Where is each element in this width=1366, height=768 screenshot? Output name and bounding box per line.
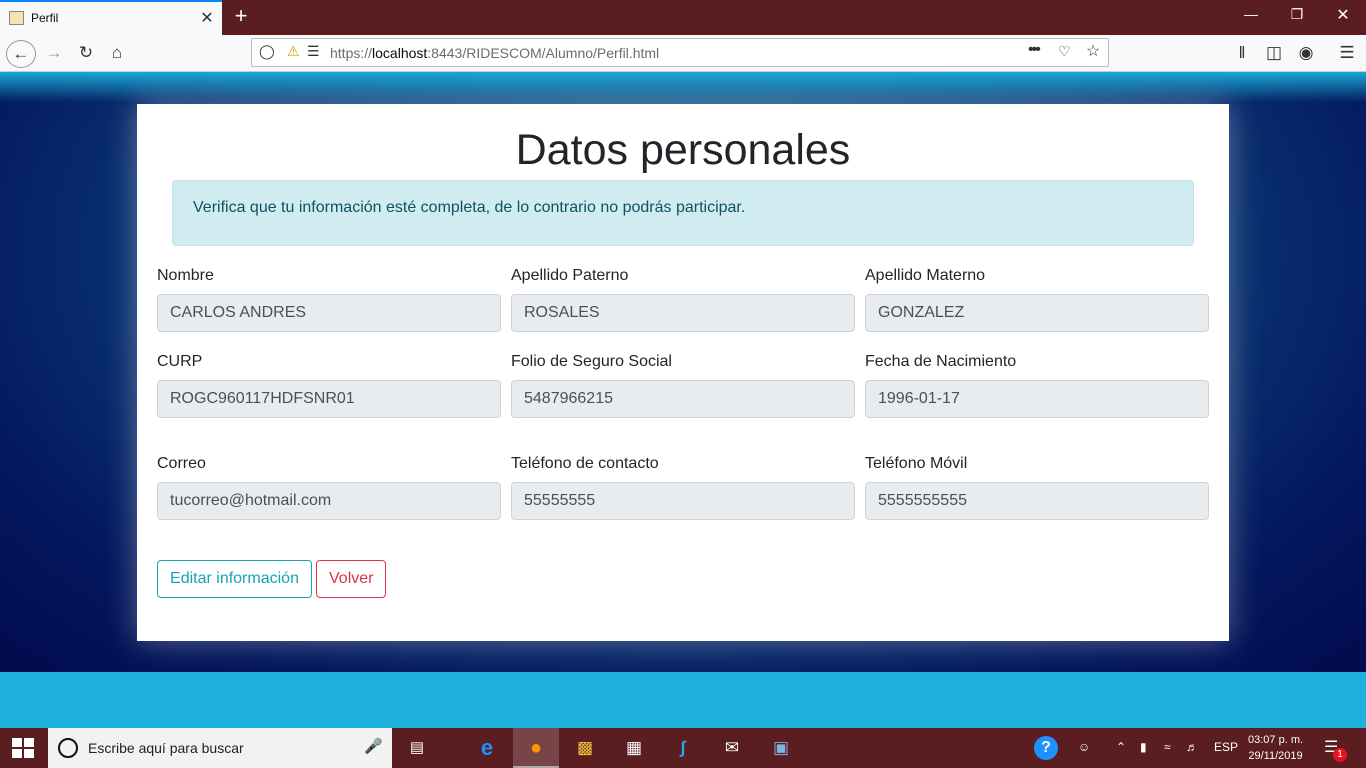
field-label-apellido-materno: Apellido Materno — [865, 267, 986, 284]
folio-seguro-field[interactable]: 5487966215 — [511, 380, 855, 418]
telefono-contacto-field[interactable]: 55555555 — [511, 482, 855, 520]
field-label-apellido-paterno: Apellido Paterno — [511, 267, 629, 284]
clock-time: 03:07 p. m. — [1248, 734, 1304, 746]
back-button[interactable]: Volver — [316, 560, 386, 598]
help-icon[interactable]: ? — [1034, 736, 1058, 760]
store-icon[interactable]: ▦ — [621, 736, 647, 760]
tray-expand-icon[interactable]: ⌃ — [1116, 740, 1126, 754]
nombre-field[interactable]: CARLOS ANDRES — [157, 294, 501, 332]
apellido-paterno-field[interactable]: ROSALES — [511, 294, 855, 332]
notification-count-badge: 1 — [1333, 748, 1347, 762]
telefono-movil-field[interactable]: 5555555555 — [865, 482, 1209, 520]
correo-field[interactable]: tucorreo@hotmail.com — [157, 482, 501, 520]
apellido-materno-field[interactable]: GONZALEZ — [865, 294, 1209, 332]
volume-icon[interactable]: ♬ — [1186, 740, 1198, 754]
info-alert: Verifica que tu información esté complet… — [172, 180, 1194, 246]
clock-date: 29/11/2019 — [1248, 750, 1303, 762]
restore-icon[interactable]: ❐ — [1282, 6, 1312, 23]
library-icon[interactable]: ‖ — [1230, 42, 1254, 64]
field-label-telefono-contacto: Teléfono de contacto — [511, 455, 659, 472]
windows-taskbar: Escribe aquí para buscar 🎤 ▤ e ● ▩ ▦ ∫ ✉… — [0, 728, 1366, 768]
people-icon[interactable]: ☺ — [1078, 740, 1090, 754]
microphone-icon[interactable]: 🎤 — [364, 737, 383, 755]
new-tab-button[interactable]: + — [230, 3, 252, 29]
field-label-fecha-nacimiento: Fecha de Nacimiento — [865, 353, 1017, 370]
task-view-icon[interactable]: ▤ — [404, 736, 430, 760]
fecha-nacimiento-field[interactable]: 1996-01-17 — [865, 380, 1209, 418]
field-label-telefono-movil: Teléfono Móvil — [865, 455, 968, 472]
permissions-icon[interactable]: ☰ — [307, 43, 320, 60]
page-actions-icon[interactable]: ••• — [1028, 41, 1041, 59]
taskbar-search-input[interactable]: Escribe aquí para buscar — [88, 740, 244, 756]
cortana-icon[interactable] — [58, 738, 78, 758]
mysql-workbench-icon[interactable]: ▣ — [768, 736, 794, 760]
url-protocol: https:// — [330, 45, 373, 61]
field-label-nombre: Nombre — [157, 267, 214, 284]
browser-tab-perfil[interactable]: Perfil ✕ — [0, 0, 222, 35]
window-close-icon[interactable]: ✕ — [1328, 5, 1358, 25]
reload-icon[interactable]: ↻ — [74, 42, 98, 64]
url-path: :8443/RIDESCOM/Alumno/Perfil.html — [427, 45, 660, 61]
mail-icon[interactable]: ✉ — [719, 736, 745, 760]
sidebar-icon[interactable]: ◫ — [1262, 42, 1286, 64]
account-icon[interactable]: ◉ — [1294, 42, 1318, 64]
firefox-icon[interactable]: ● — [513, 728, 559, 768]
home-icon[interactable]: ⌂ — [105, 42, 129, 64]
pocket-icon[interactable]: ♡ — [1058, 43, 1071, 60]
tab-title: Perfil — [31, 11, 59, 25]
windows-start-icon[interactable] — [12, 738, 34, 758]
vscode-icon[interactable]: ∫ — [670, 736, 696, 760]
curp-field[interactable]: ROGC960117HDFSNR01 — [157, 380, 501, 418]
battery-icon[interactable]: ▮ — [1140, 740, 1147, 754]
edit-info-button[interactable]: Editar información — [157, 560, 312, 598]
taskbar-search-box[interactable]: Escribe aquí para buscar 🎤 — [48, 728, 392, 768]
field-label-folio-seguro: Folio de Seguro Social — [511, 353, 672, 370]
browser-navigation-bar: ← → ↻ ⌂ ◯ ⚠ ☰ https://localhost:8443/RID… — [0, 35, 1366, 72]
back-arrow-icon[interactable]: ← — [6, 40, 36, 68]
tab-favicon-icon — [9, 11, 24, 25]
wifi-icon[interactable]: ≈ — [1164, 740, 1171, 754]
browser-tab-bar: Perfil ✕ + — ❐ ✕ — [0, 0, 1366, 35]
url-host: localhost — [372, 45, 428, 61]
minimize-icon[interactable]: — — [1236, 6, 1266, 22]
menu-icon[interactable]: ☰ — [1335, 42, 1359, 64]
field-label-curp: CURP — [157, 353, 203, 370]
insecure-lock-icon[interactable]: ⚠ — [287, 43, 300, 60]
edge-icon[interactable]: e — [474, 736, 500, 760]
language-indicator[interactable]: ESP — [1214, 740, 1238, 754]
field-label-correo: Correo — [157, 455, 206, 472]
profile-card: Datos personales Verifica que tu informa… — [137, 104, 1229, 641]
system-clock[interactable]: 03:07 p. m. 29/11/2019 — [1248, 732, 1303, 764]
bookmark-star-icon[interactable]: ☆ — [1086, 41, 1100, 61]
page-viewport: Datos personales Verifica que tu informa… — [0, 72, 1366, 728]
shield-icon[interactable]: ◯ — [259, 43, 275, 60]
page-title: Datos personales — [515, 126, 851, 174]
url-bar[interactable]: ◯ ⚠ ☰ https://localhost:8443/RIDESCOM/Al… — [251, 38, 1109, 67]
forward-arrow-icon[interactable]: → — [42, 42, 66, 64]
url-text[interactable]: https://localhost:8443/RIDESCOM/Alumno/P… — [330, 45, 659, 61]
tab-close-icon[interactable]: ✕ — [198, 8, 216, 28]
file-explorer-icon[interactable]: ▩ — [572, 736, 598, 760]
